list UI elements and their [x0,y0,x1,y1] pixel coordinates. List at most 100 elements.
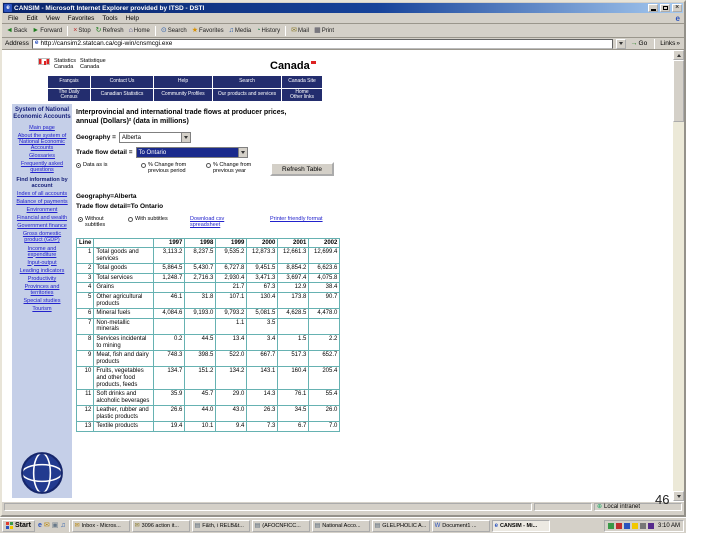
scrollbar-thumb[interactable] [673,60,684,122]
sidebar-item-glossaries[interactable]: Glossaries [13,153,71,159]
ie-icon[interactable]: e [38,522,42,529]
link-printer-friendly-format[interactable]: Printer friendly format [270,216,336,229]
row-description: Services incidental to mining [93,333,155,352]
tray-icon-5[interactable] [639,522,646,529]
sidebar-item-productivity[interactable]: Productivity [13,276,71,282]
radio-button[interactable] [76,163,81,168]
task-button-label: F&th, i RELB&t... [202,522,244,529]
toolbar-print-button[interactable]: ▦ Print [312,26,336,35]
sidebar-item-environment[interactable]: Environment [13,207,71,213]
nav-help[interactable]: Help [154,76,212,88]
tray-icon-4[interactable] [631,522,638,529]
sidebar-item-frequently-asked-questions[interactable]: Frequently asked questions [13,161,71,173]
address-dropdown-button[interactable] [615,38,626,49]
sidebar-item-main-page[interactable]: Main page [13,125,71,131]
task-cansim-mi[interactable]: e CANSIM - Mi... [491,519,550,532]
sidebar-item-provinces-and-territories[interactable]: Provinces and territories [13,284,71,296]
sidebar-item-index-of-all-accounts[interactable]: Index of all accounts [13,191,71,197]
radio-button[interactable] [128,217,133,222]
cell-value: 0.2 [153,333,186,352]
sidebar-item-gross-domestic-product-gdp[interactable]: Gross domestic product (GDP) [13,231,71,243]
chevron-down-icon[interactable] [180,133,190,142]
nav-fran-ais[interactable]: Français [48,76,90,88]
toolbar-search-button[interactable]: ⊙ Search [159,26,189,35]
nav-canadian-statistics[interactable]: Canadian Statistics [91,89,153,101]
tray-icon-2[interactable] [615,522,622,529]
task-f-th-i-relb-t[interactable]: ▤ F&th, i RELB&t... [191,519,250,532]
address-input[interactable]: e http://cansim2.statcan.ca/cgi-win/cnsm… [31,38,613,49]
nav-home[interactable]: Home Other links [282,89,322,101]
toolbar-back-button[interactable]: ◄ Back [4,26,29,35]
task-afocnficc[interactable]: ▤ (AFOCNFICC... [251,519,310,532]
toolbar-stop-button[interactable]: × Stop [71,26,92,35]
toolbar-forward-button[interactable]: ► Forward [30,26,64,35]
display-option-data-as-is[interactable]: Data as is [76,162,134,174]
subtitle-option-with-subtitles[interactable]: With subtitles [128,216,170,228]
close-button[interactable] [672,4,682,12]
nav-contact-us[interactable]: Contact Us [91,76,153,88]
toolbar-refresh-button[interactable]: ↻ Refresh [94,26,126,35]
scroll-down-button[interactable] [673,491,684,501]
menu-favorites[interactable]: Favorites [64,15,99,22]
subtitle-option-without-subtitles[interactable]: Without subtitles [78,216,120,228]
nav-search[interactable]: Search [213,76,281,88]
sidebar-item-about-the-system-of-national-eco[interactable]: About the system of National Economic Ac… [13,133,71,151]
vertical-scrollbar[interactable] [673,50,684,501]
toolbar-media-button[interactable]: ♫ Media [227,26,254,35]
titlebar[interactable]: e CANSIM - Microsoft Internet Explorer p… [3,3,683,13]
sidebar-item-income-and-expenditure[interactable]: Income and expenditure [13,246,71,258]
tray-icon-1[interactable] [607,522,614,529]
refresh-table-button[interactable]: Refresh Table [270,162,334,176]
toolbar-home-button[interactable]: ⌂ Home [127,26,152,35]
menu-help[interactable]: Help [122,15,143,22]
task-national-acco[interactable]: ▤ National Acco... [311,519,370,532]
sidebar-item-government-finance[interactable]: Government finance [13,223,71,229]
display-option-change-from-previous-period[interactable]: % Change from previous period [141,162,199,174]
sidebar-item-find-information-by-account[interactable]: Find information by account [13,177,71,189]
subtitle-options: Without subtitles With subtitles [78,216,170,228]
sidebar-item-input-output[interactable]: Input-output [13,260,71,266]
divider [285,25,287,36]
sidebar-item-leading-indicators[interactable]: Leading indicators [13,268,71,274]
menu-tools[interactable]: Tools [98,15,121,22]
cell-value: 76.1 [277,389,310,407]
tray-icon-3[interactable] [623,522,630,529]
sidebar-item-balance-of-payments[interactable]: Balance of payments [13,199,71,205]
nav-canada-site[interactable]: Canada Site [282,76,322,88]
row-description: Total goods and services [93,246,155,265]
task-glelpholic-a[interactable]: ▤ GLELPHOLIC A... [371,519,430,532]
task-inbox-micros[interactable]: ✉ Inbox - Micros... [71,519,130,532]
menu-view[interactable]: View [42,15,64,22]
show-desktop-icon[interactable]: ▣ [52,522,59,529]
display-option-change-from-previous-year[interactable]: % Change from previous year [206,162,264,174]
menu-file[interactable]: File [4,15,22,22]
sidebar-item-financial-and-wealth[interactable]: Financial and wealth [13,215,71,221]
toolbar-favorites-button[interactable]: ★ Favorites [190,26,226,35]
maximize-button[interactable] [660,4,670,12]
menu-edit[interactable]: Edit [22,15,41,22]
links-menu[interactable]: Links » [660,40,681,47]
sidebar-item-special-studies[interactable]: Special studies [13,298,71,304]
go-button[interactable]: → Go [629,40,650,47]
chevron-down-icon[interactable] [237,148,247,157]
nav-the-daily[interactable]: The Daily Census [48,89,90,101]
tray-icon-6[interactable] [647,522,654,529]
radio-button[interactable] [141,163,146,168]
start-button[interactable]: Start [2,519,35,532]
radio-button[interactable] [78,217,83,222]
toolbar-mail-button[interactable]: ✉ Mail [289,26,311,35]
media-player-icon[interactable]: ♫ [60,522,65,529]
radio-button[interactable] [206,163,211,168]
task-document1[interactable]: W Document1 ... [431,519,490,532]
nav-community-profiles[interactable]: Community Profiles [154,89,212,101]
nav-our-products-and-services[interactable]: Our products and services [213,89,281,101]
link-download-csv-spreadsheet[interactable]: Download csv spreadsheet [190,216,256,229]
minimize-button[interactable] [648,4,658,12]
task-3096-action-it[interactable]: ✉ 3096 action it... [131,519,190,532]
sidebar-item-tourism[interactable]: Tourism [13,306,71,312]
toolbar-history-button[interactable]: ◔ History [254,26,282,35]
geography-select[interactable]: Alberta [118,132,191,143]
outlook-icon[interactable]: ✉ [44,522,50,529]
trade-flow-select[interactable]: To Ontario [135,147,248,158]
scroll-up-button[interactable] [673,50,684,60]
